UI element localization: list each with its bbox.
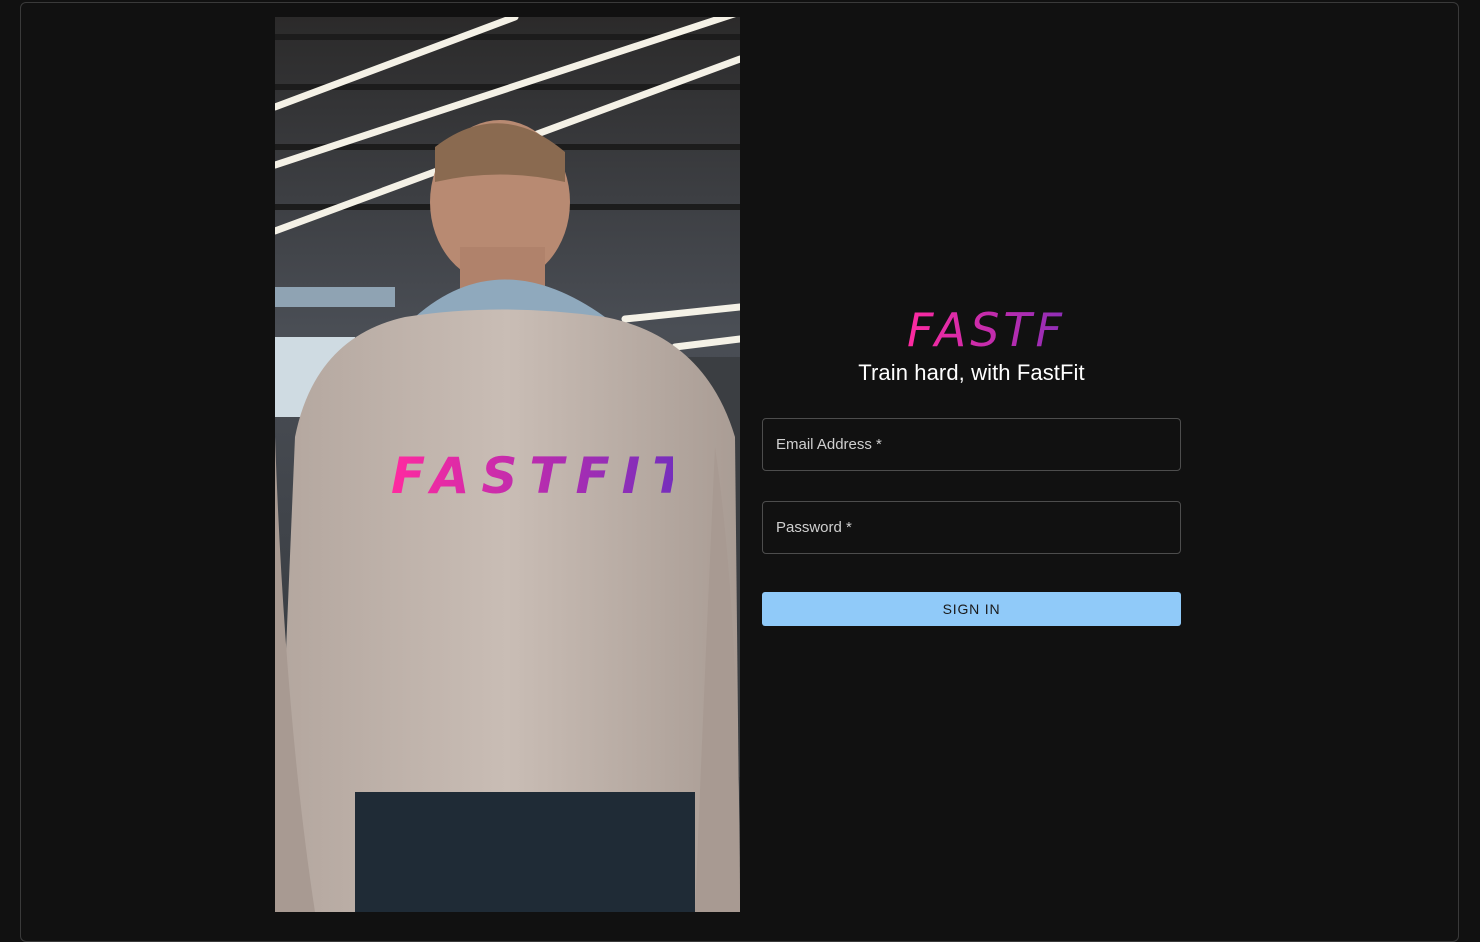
password-input[interactable] bbox=[763, 502, 1180, 553]
sign-in-button[interactable]: SIGN IN bbox=[762, 592, 1181, 626]
email-input[interactable] bbox=[763, 419, 1180, 470]
shirt-logo-text: FASTFIT bbox=[391, 447, 673, 499]
password-field[interactable]: Password * bbox=[762, 501, 1181, 554]
tagline: Train hard, with FastFit bbox=[858, 360, 1085, 385]
logo-text: FASTFIT bbox=[907, 303, 1067, 352]
shirt-fastfit-logo: FASTFIT bbox=[343, 447, 673, 499]
hero-photo: FASTFIT bbox=[275, 17, 740, 912]
email-field[interactable]: Email Address * bbox=[762, 418, 1181, 471]
fastfit-logo: FASTFIT bbox=[878, 303, 1067, 352]
login-form: FASTFIT Train hard, with FastFit Email A… bbox=[762, 300, 1181, 626]
